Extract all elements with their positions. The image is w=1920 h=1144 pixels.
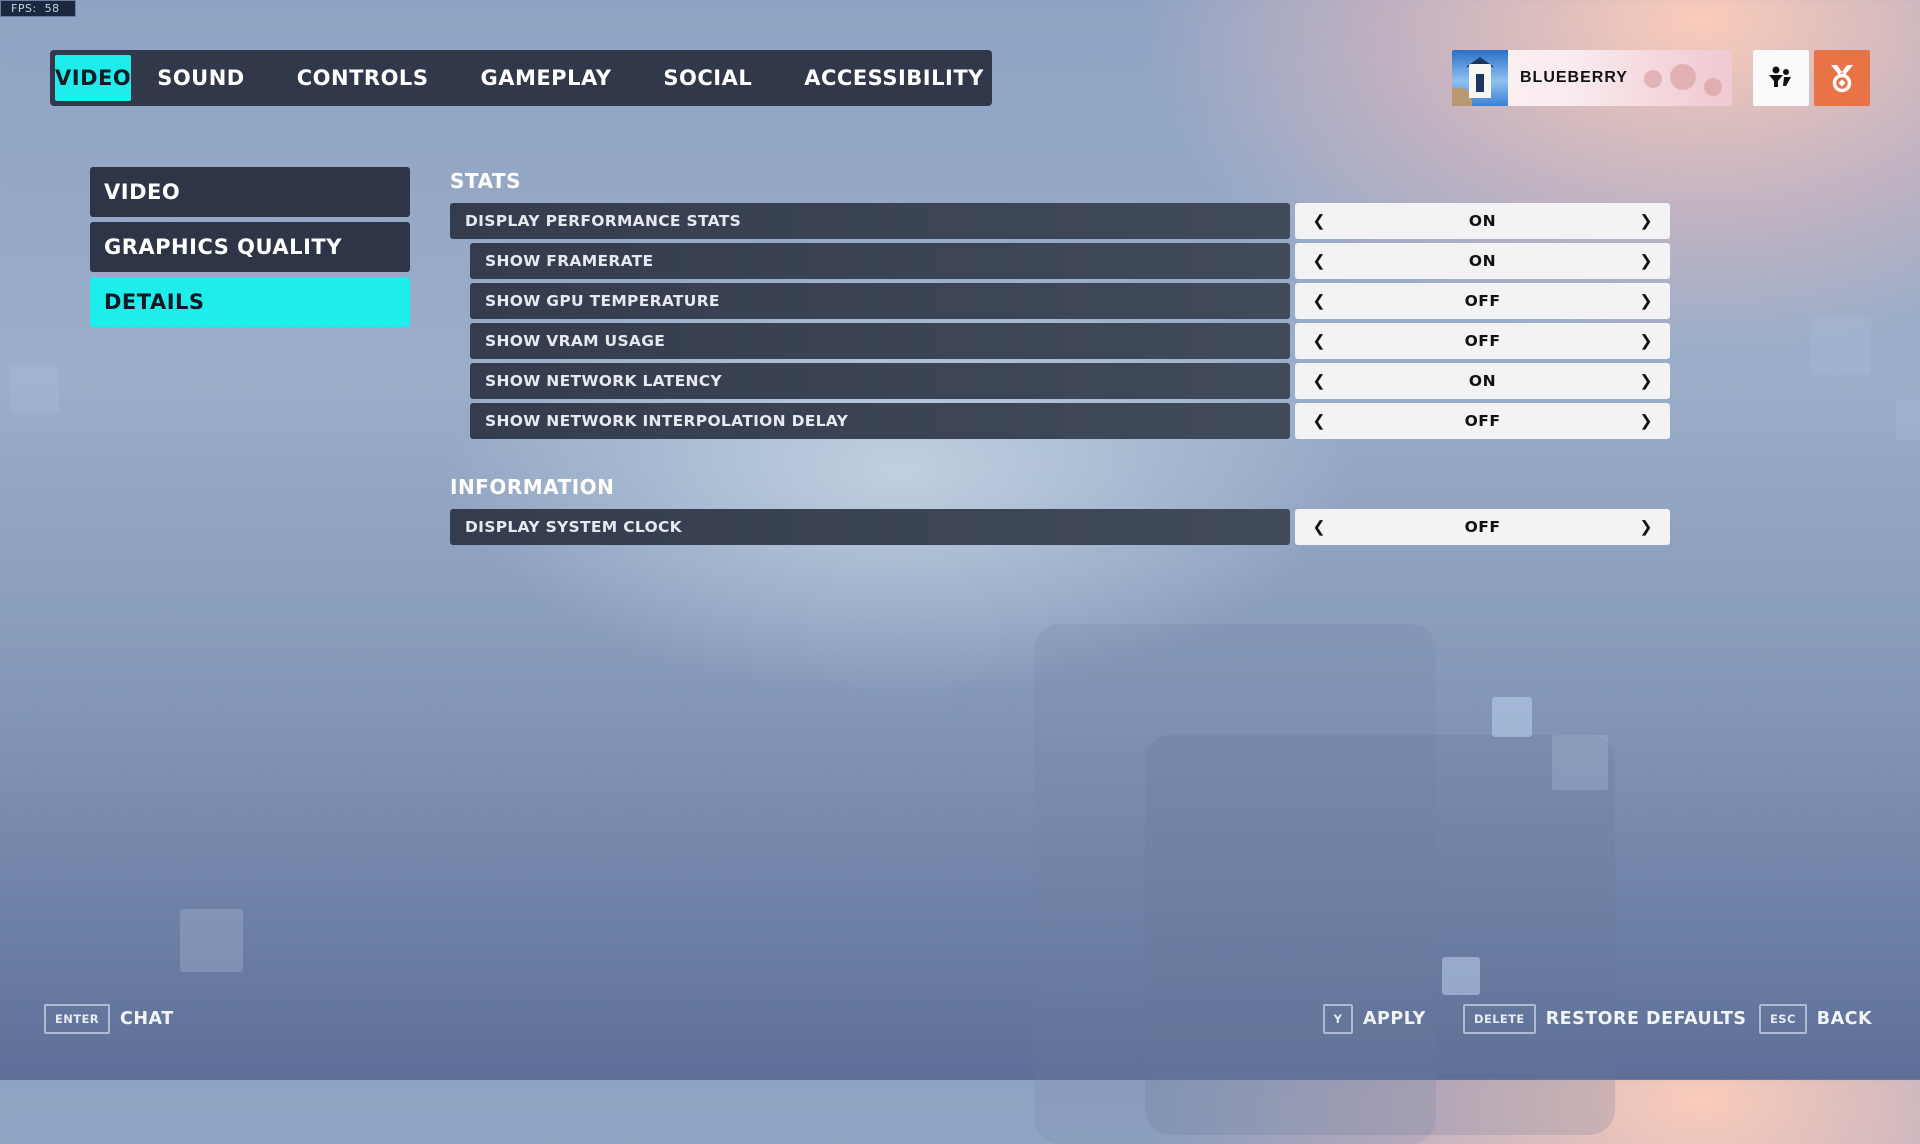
setting-label: SHOW FRAMERATE bbox=[470, 243, 1290, 279]
chevron-right-icon[interactable]: ❯ bbox=[1636, 289, 1656, 313]
sidebar-item-graphics-quality[interactable]: GRAPHICS QUALITY bbox=[90, 222, 410, 272]
esc-key-hint: ESC bbox=[1759, 1004, 1807, 1034]
chevron-right-icon[interactable]: ❯ bbox=[1636, 249, 1656, 273]
setting-value: OFF bbox=[1464, 412, 1501, 430]
top-nav: VIDEO SOUND CONTROLS GAMEPLAY SOCIAL ACC… bbox=[50, 50, 992, 106]
tab-sound[interactable]: SOUND bbox=[131, 55, 271, 101]
restore-defaults-label: RESTORE DEFAULTS bbox=[1545, 1009, 1747, 1029]
namecard-decoration bbox=[1644, 64, 1722, 96]
setting-row-show-framerate: SHOW FRAMERATE ❮ ON ❯ bbox=[450, 243, 1670, 279]
background-square bbox=[1811, 317, 1871, 375]
setting-value: ON bbox=[1468, 252, 1497, 270]
sidebar-item-video[interactable]: VIDEO bbox=[90, 167, 410, 217]
chevron-left-icon[interactable]: ❮ bbox=[1309, 515, 1329, 539]
background-card bbox=[1145, 735, 1615, 1135]
apply-label: APPLY bbox=[1363, 1009, 1426, 1029]
setting-selector: ❮ ON ❯ bbox=[1295, 203, 1670, 239]
chevron-left-icon[interactable]: ❮ bbox=[1309, 329, 1329, 353]
tab-accessibility[interactable]: ACCESSIBILITY bbox=[778, 55, 1010, 101]
setting-row-show-network-latency: SHOW NETWORK LATENCY ❮ ON ❯ bbox=[450, 363, 1670, 399]
setting-selector: ❮ OFF ❯ bbox=[1295, 283, 1670, 319]
delete-key-hint: DELETE bbox=[1463, 1004, 1536, 1034]
setting-row-show-gpu-temperature: SHOW GPU TEMPERATURE ❮ OFF ❯ bbox=[450, 283, 1670, 319]
rewards-button[interactable] bbox=[1814, 50, 1870, 106]
chat-action[interactable]: ENTER CHAT bbox=[44, 1003, 174, 1035]
player-profile-card[interactable]: BLUEBERRY bbox=[1452, 50, 1732, 106]
setting-row-display-performance-stats: DISPLAY PERFORMANCE STATS ❮ ON ❯ bbox=[450, 203, 1670, 239]
sidebar: VIDEO GRAPHICS QUALITY DETAILS bbox=[90, 167, 410, 332]
tab-video[interactable]: VIDEO bbox=[55, 55, 132, 101]
back-label: BACK bbox=[1816, 1009, 1873, 1029]
setting-selector: ❮ OFF ❯ bbox=[1295, 509, 1670, 545]
chevron-left-icon[interactable]: ❮ bbox=[1309, 409, 1329, 433]
chevron-left-icon[interactable]: ❮ bbox=[1309, 249, 1329, 273]
background-square bbox=[10, 365, 59, 413]
back-button[interactable]: ESC BACK bbox=[1759, 1003, 1872, 1035]
setting-value: OFF bbox=[1464, 332, 1501, 350]
fps-counter: FPS: 58 bbox=[0, 0, 76, 17]
setting-selector: ❮ OFF ❯ bbox=[1295, 323, 1670, 359]
restore-defaults-button[interactable]: DELETE RESTORE DEFAULTS bbox=[1463, 1003, 1747, 1035]
chevron-right-icon[interactable]: ❯ bbox=[1636, 329, 1656, 353]
group-icon bbox=[1769, 66, 1791, 87]
section-title-information: INFORMATION bbox=[450, 475, 615, 499]
setting-value: OFF bbox=[1464, 518, 1501, 536]
chevron-left-icon[interactable]: ❮ bbox=[1309, 289, 1329, 313]
chevron-left-icon[interactable]: ❮ bbox=[1309, 209, 1329, 233]
background-square bbox=[1552, 735, 1608, 790]
setting-label: DISPLAY PERFORMANCE STATS bbox=[450, 203, 1290, 239]
background-square bbox=[180, 909, 243, 972]
lighthouse-avatar-icon bbox=[1452, 50, 1508, 106]
chevron-right-icon[interactable]: ❯ bbox=[1636, 369, 1656, 393]
setting-row-show-vram-usage: SHOW VRAM USAGE ❮ OFF ❯ bbox=[450, 323, 1670, 359]
setting-value: OFF bbox=[1464, 292, 1501, 310]
chat-label: CHAT bbox=[120, 1009, 174, 1029]
setting-label: DISPLAY SYSTEM CLOCK bbox=[450, 509, 1290, 545]
fps-value: 58 bbox=[44, 2, 60, 15]
enter-key-hint: ENTER bbox=[44, 1004, 111, 1034]
fps-label: FPS: bbox=[11, 2, 37, 15]
chevron-right-icon[interactable]: ❯ bbox=[1636, 515, 1656, 539]
tab-gameplay[interactable]: GAMEPLAY bbox=[454, 55, 637, 101]
setting-label: SHOW GPU TEMPERATURE bbox=[470, 283, 1290, 319]
setting-row-display-system-clock: DISPLAY SYSTEM CLOCK ❮ OFF ❯ bbox=[450, 509, 1670, 545]
sidebar-item-details[interactable]: DETAILS bbox=[90, 277, 410, 327]
background-square bbox=[1442, 957, 1480, 995]
player-name: BLUEBERRY bbox=[1520, 69, 1628, 86]
setting-row-show-network-interpolation-delay: SHOW NETWORK INTERPOLATION DELAY ❮ OFF ❯ bbox=[450, 403, 1670, 439]
setting-label: SHOW NETWORK INTERPOLATION DELAY bbox=[470, 403, 1290, 439]
setting-value: ON bbox=[1468, 212, 1497, 230]
setting-selector: ❮ ON ❯ bbox=[1295, 243, 1670, 279]
tab-social[interactable]: SOCIAL bbox=[637, 55, 778, 101]
chevron-right-icon[interactable]: ❯ bbox=[1636, 209, 1656, 233]
section-title-stats: STATS bbox=[450, 169, 521, 193]
chevron-left-icon[interactable]: ❮ bbox=[1309, 369, 1329, 393]
setting-label: SHOW NETWORK LATENCY bbox=[470, 363, 1290, 399]
apply-button[interactable]: Y APPLY bbox=[1323, 1003, 1426, 1035]
background-square bbox=[1896, 400, 1920, 440]
y-key-hint: Y bbox=[1323, 1004, 1353, 1034]
setting-selector: ❮ OFF ❯ bbox=[1295, 403, 1670, 439]
background-square bbox=[1492, 697, 1532, 737]
setting-selector: ❮ ON ❯ bbox=[1295, 363, 1670, 399]
group-button[interactable] bbox=[1753, 50, 1809, 106]
tab-controls[interactable]: CONTROLS bbox=[271, 55, 455, 101]
medal-icon bbox=[1831, 65, 1853, 93]
chevron-right-icon[interactable]: ❯ bbox=[1636, 409, 1656, 433]
setting-value: ON bbox=[1468, 372, 1497, 390]
setting-label: SHOW VRAM USAGE bbox=[470, 323, 1290, 359]
